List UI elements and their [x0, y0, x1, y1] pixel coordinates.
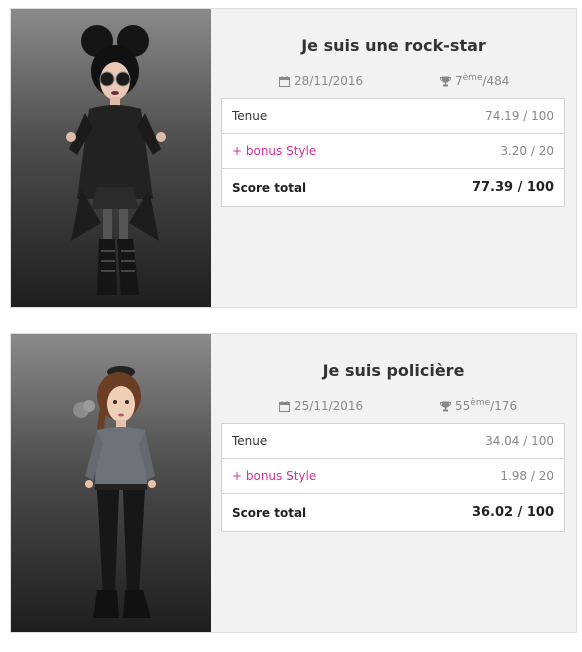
bonus-style-label: + bonus Style: [232, 469, 317, 483]
policiere-avatar-image: [73, 366, 156, 618]
look-date: 28/11/2016: [279, 74, 363, 88]
tenue-value: 34.04 / 100: [485, 434, 554, 448]
score-table: Tenue 74.19 / 100 + bonus Style 3.20 / 2…: [221, 98, 565, 207]
bonus-style-value: 3.20 / 20: [500, 144, 554, 158]
look-info: Je suis policière 25/11/2016 55ème/176 T…: [211, 334, 576, 632]
tenue-label: Tenue: [232, 109, 268, 123]
bonus-style-label: + bonus Style: [232, 144, 317, 158]
rockstar-avatar-image: [66, 25, 166, 295]
rank-total: /484: [482, 74, 510, 88]
look-card: Je suis policière 25/11/2016 55ème/176 T…: [10, 333, 577, 633]
table-row: Tenue 34.04 / 100: [222, 424, 564, 459]
date-text: 28/11/2016: [294, 74, 364, 88]
score-table: Tenue 34.04 / 100 + bonus Style 1.98 / 2…: [221, 423, 565, 532]
table-row: + bonus Style 3.20 / 20: [222, 134, 564, 169]
tenue-value: 74.19 / 100: [485, 109, 554, 123]
rank-position: 55: [455, 399, 471, 413]
score-total-value: 77.39 / 100: [471, 180, 554, 195]
look-rank: 55ème/176: [440, 399, 517, 413]
table-row: Score total 77.39 / 100: [222, 169, 564, 206]
rank-suffix: ème: [462, 73, 483, 83]
score-total-label: Score total: [232, 505, 307, 520]
date-text: 25/11/2016: [294, 399, 364, 413]
look-card: Je suis une rock-star 28/11/2016 7ème/48…: [10, 8, 577, 308]
calendar-icon: [279, 75, 290, 87]
table-row: Score total 36.02 / 100: [222, 494, 564, 531]
rank-position: 7: [455, 74, 463, 88]
look-date: 25/11/2016: [279, 399, 363, 413]
look-title: Je suis une rock-star: [301, 36, 486, 55]
look-rank: 7ème/484: [440, 74, 509, 88]
rank-text: 7ème/484: [455, 73, 510, 89]
avatar-portrait[interactable]: [11, 9, 211, 307]
tenue-label: Tenue: [232, 434, 268, 448]
look-info: Je suis une rock-star 28/11/2016 7ème/48…: [211, 9, 576, 307]
look-title: Je suis policière: [322, 361, 465, 380]
avatar-portrait[interactable]: [11, 334, 211, 632]
calendar-icon: [279, 400, 290, 412]
trophy-icon: [440, 76, 451, 87]
rank-total: /176: [490, 399, 518, 413]
table-row: Tenue 74.19 / 100: [222, 99, 564, 134]
table-row: + bonus Style 1.98 / 20: [222, 459, 564, 494]
rank-text: 55ème/176: [455, 398, 518, 414]
score-total-label: Score total: [232, 180, 307, 195]
rank-suffix: ème: [470, 398, 491, 408]
bonus-style-value: 1.98 / 20: [500, 469, 554, 483]
score-total-value: 36.02 / 100: [471, 505, 554, 520]
trophy-icon: [440, 401, 451, 412]
